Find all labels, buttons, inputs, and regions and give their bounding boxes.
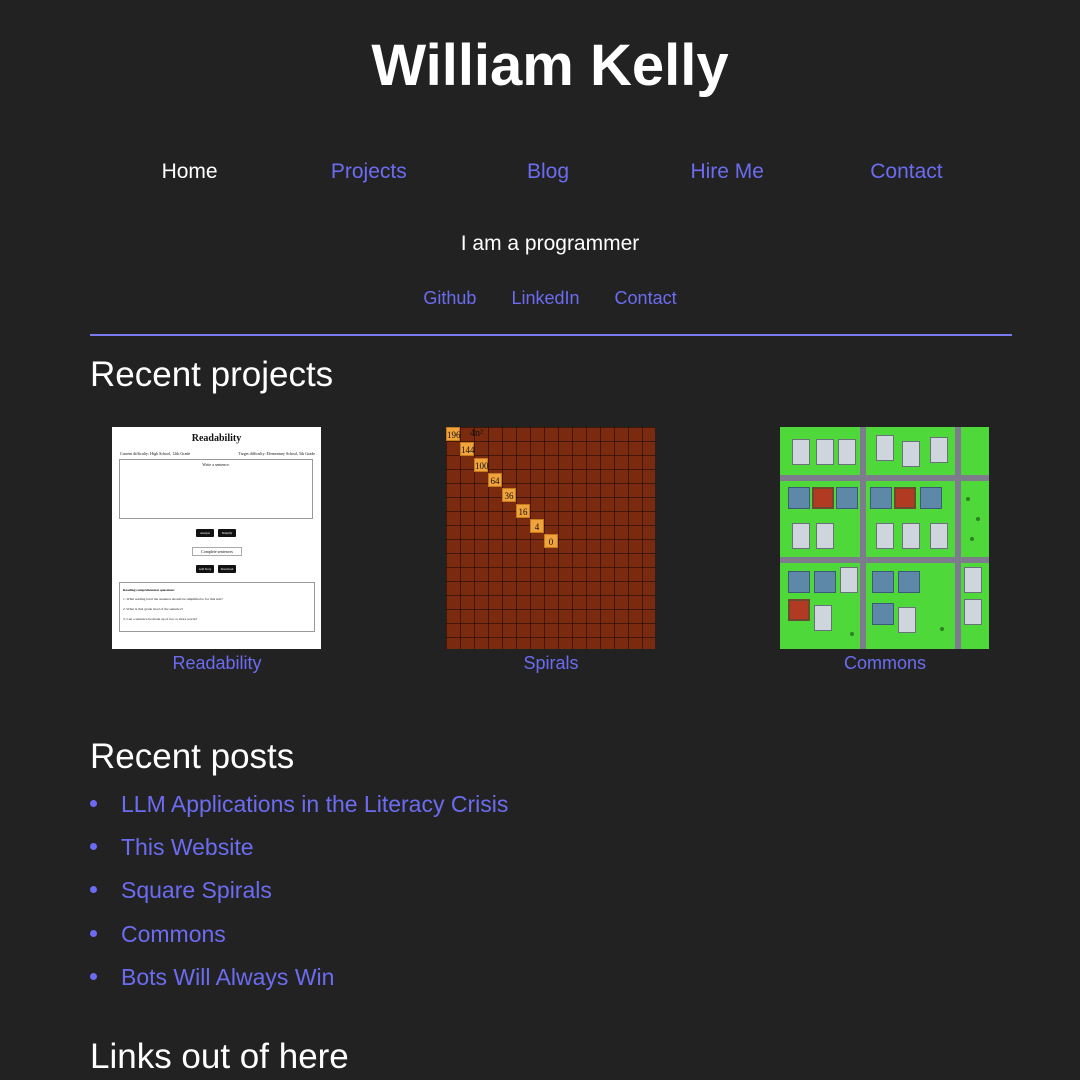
recent-posts-heading: Recent posts (90, 737, 295, 776)
readability-thumb-textarea: Write a sentence. (119, 459, 313, 519)
tagline: I am a programmer (460, 232, 640, 255)
commons-building (898, 607, 916, 633)
spirals-thumb-cell: 16 (516, 503, 530, 518)
spirals-thumb-cell: 100 (474, 457, 489, 472)
recent-posts-list: LLM Applications in the Literacy Crisis … (90, 786, 508, 1002)
commons-tree (966, 497, 970, 501)
commons-building (964, 599, 982, 625)
readability-thumb-difficulty-row: Current difficulty: High School, 12th Gr… (120, 451, 315, 456)
post-link[interactable]: LLM Applications in the Literacy Crisis (121, 791, 508, 817)
commons-lot (872, 603, 894, 625)
commons-building (930, 523, 948, 549)
commons-thumbnail[interactable] (780, 427, 989, 649)
commons-building (840, 567, 858, 593)
page: William Kelly Home Projects Blog Hire Me… (0, 0, 1080, 1080)
readability-thumbnail[interactable]: Readability Current difficulty: High Sch… (112, 427, 321, 649)
readability-thumb-questions-title: Reading comprehension questions: (123, 588, 176, 592)
commons-lot (836, 487, 858, 509)
commons-tree (850, 632, 854, 636)
commons-tree (970, 537, 974, 541)
post-link[interactable]: This Website (121, 834, 254, 860)
commons-tree (976, 517, 980, 521)
contact-link[interactable]: Contact (615, 288, 677, 308)
spirals-thumb-cell: 36 (502, 488, 516, 503)
readability-thumb-btn-simplify: Simplify (218, 529, 236, 537)
spirals-thumb-cell: 196 (446, 427, 461, 441)
commons-lot (920, 487, 942, 509)
commons-building (876, 435, 894, 461)
readability-thumb-btn-download: Download (218, 565, 236, 573)
commons-lot (898, 571, 920, 593)
projects-grid: Readability Current difficulty: High Sch… (90, 427, 1012, 677)
commons-tree (940, 627, 944, 631)
commons-building (814, 605, 832, 631)
commons-building (876, 523, 894, 549)
readability-thumb-question: 2. What is that grade level of the sente… (123, 607, 184, 611)
social-links: Github LinkedIn Contact (0, 286, 1080, 310)
commons-road (955, 427, 961, 649)
commons-lot (788, 487, 810, 509)
list-item: LLM Applications in the Literacy Crisis (90, 786, 508, 829)
commons-building (902, 441, 920, 467)
commons-building (792, 523, 810, 549)
project-card-readability: Readability Current difficulty: High Sch… (112, 427, 322, 674)
main-nav: Home Projects Blog Hire Me Contact (100, 158, 996, 186)
readability-thumb-question: 1. What reading level the sentence shoul… (123, 597, 223, 601)
post-link[interactable]: Commons (121, 921, 226, 947)
commons-building (792, 439, 810, 465)
list-item: Commons (90, 916, 508, 959)
project-card-commons: Commons (780, 427, 990, 674)
commons-building (930, 437, 948, 463)
nav-item-home[interactable]: Home (100, 158, 279, 186)
recent-projects-heading: Recent projects (90, 355, 334, 394)
nav-item-contact[interactable]: Contact (817, 158, 996, 186)
post-link[interactable]: Bots Will Always Win (121, 964, 334, 990)
commons-red-lot (894, 487, 916, 509)
spirals-thumbnail[interactable]: 4n² 196 144 100 64 36 16 4 0 (446, 427, 655, 649)
readability-thumb-questions: Reading comprehension questions: 1. What… (119, 582, 315, 632)
post-link[interactable]: Square Spirals (121, 877, 272, 903)
nav-item-blog[interactable]: Blog (458, 158, 637, 186)
readability-thumb-target: Target difficulty: Elementary School, 5t… (238, 451, 315, 456)
commons-building (816, 439, 834, 465)
commons-building (816, 523, 834, 549)
project-caption-readability[interactable]: Readability (112, 652, 322, 674)
list-item: Square Spirals (90, 872, 508, 915)
commons-lot (872, 571, 894, 593)
spirals-thumb-cell: 64 (488, 472, 502, 487)
project-caption-spirals[interactable]: Spirals (446, 652, 656, 674)
github-link[interactable]: Github (423, 288, 476, 308)
commons-building (838, 439, 856, 465)
site-title: William Kelly (371, 33, 729, 98)
commons-red-lot (812, 487, 834, 509)
spirals-thumb-cell: 144 (460, 442, 475, 457)
commons-building (902, 523, 920, 549)
commons-red-lot (788, 599, 810, 621)
readability-thumb-select: Complete sentences (192, 547, 242, 556)
readability-thumb-title: Readability (191, 433, 242, 444)
project-card-spirals: 4n² 196 144 100 64 36 16 4 0 Spirals (446, 427, 656, 674)
commons-road (860, 427, 866, 649)
list-item: Bots Will Always Win (90, 959, 508, 1002)
spirals-thumb-cell: 4 (530, 518, 544, 533)
nav-item-projects[interactable]: Projects (279, 158, 458, 186)
header-divider (90, 334, 1012, 336)
commons-lot (870, 487, 892, 509)
readability-thumb-btn-analyze: Analyze (196, 529, 214, 537)
spirals-thumb-cell: 0 (544, 534, 558, 549)
readability-thumb-current: Current difficulty: High School, 12th Gr… (120, 451, 191, 456)
commons-lot (788, 571, 810, 593)
project-caption-commons[interactable]: Commons (780, 652, 990, 674)
commons-building (964, 567, 982, 593)
nav-item-hire-me[interactable]: Hire Me (638, 158, 817, 186)
commons-lot (814, 571, 836, 593)
spirals-thumb-label: 4n² (470, 428, 483, 439)
links-out-heading: Links out of here (90, 1037, 349, 1076)
linkedin-link[interactable]: LinkedIn (511, 288, 579, 308)
list-item: This Website (90, 829, 508, 872)
readability-thumb-question: 3. Can a sentence be made up of two or m… (123, 617, 198, 621)
readability-thumb-btn-add-story: Add Story (196, 565, 214, 573)
